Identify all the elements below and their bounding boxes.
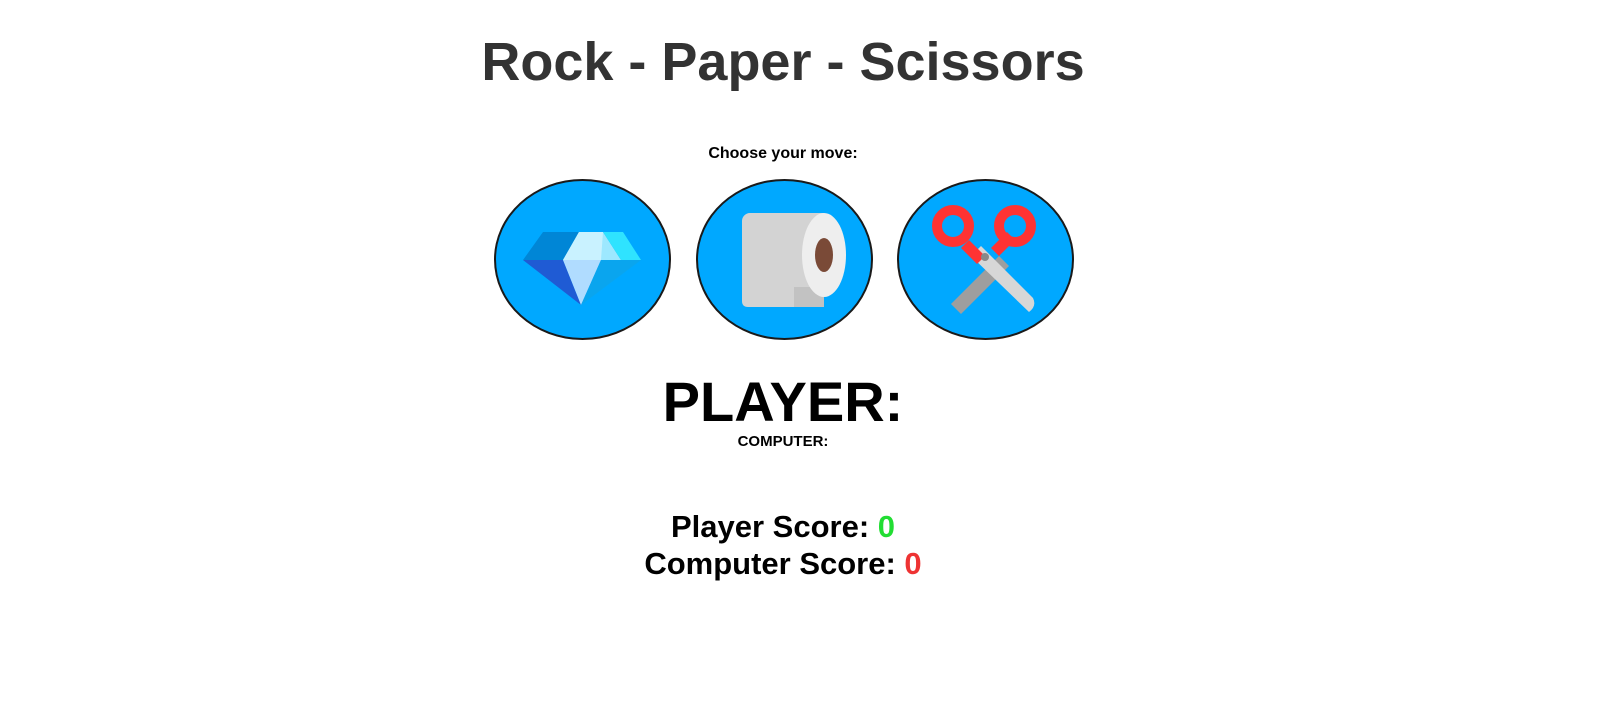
diamond-icon [522,231,641,305]
scissors-button[interactable] [897,179,1074,340]
player-score: Player Score: 0 [0,509,1566,545]
page: Rock - Paper - Scissors Choose your move… [0,0,1600,722]
player-choice-label: PLAYER: [662,370,904,433]
page-title: Rock - Paper - Scissors [481,32,1085,92]
paper-button[interactable] [696,179,873,340]
computer-score: Computer Score: 0 [0,546,1566,582]
player-score-label: Player Score: [670,509,870,544]
move-prompt: Choose your move: [708,145,858,162]
move-buttons [494,179,1074,341]
rock-button[interactable] [494,179,671,340]
toilet-paper-icon [741,212,846,307]
computer-score-value: 0 [904,546,922,581]
scissors-icon [931,204,1036,314]
computer-choice-label: COMPUTER: [737,433,829,450]
computer-score-label: Computer Score: [644,546,896,581]
player-score-value: 0 [877,509,896,544]
